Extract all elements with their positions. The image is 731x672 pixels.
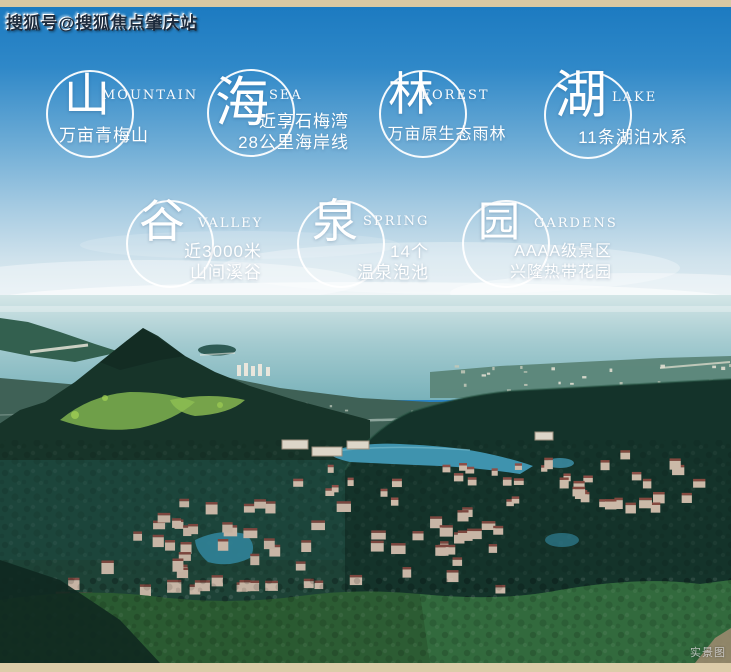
- top-border-strip: [0, 0, 731, 7]
- badge-subtitle: 近3000米山间溪谷: [142, 241, 262, 283]
- badge-en-label: MOUNTAIN: [102, 88, 198, 103]
- badge-char: 泉: [312, 198, 358, 244]
- badge-subtitle: 11条湖泊水系: [573, 128, 693, 148]
- photo-label-watermark: 实景图: [690, 644, 726, 660]
- badge-subtitle: 近享石梅湾28公里海岸线: [229, 111, 349, 153]
- badge-en-label: FOREST: [421, 88, 490, 103]
- feature-badge-lake: 湖 LAKE 11条湖泊水系: [542, 69, 731, 201]
- bottom-border-strip: [0, 663, 731, 672]
- badge-subtitle: 14个温泉泡池: [309, 241, 429, 283]
- badge-subtitle: 万亩原生态雨林: [382, 125, 512, 145]
- badge-en-label: VALLEY: [198, 216, 263, 231]
- badge-char: 园: [477, 200, 521, 244]
- badge-en-label: LAKE: [612, 90, 657, 105]
- badge-char: 谷: [139, 198, 185, 244]
- badge-char: 湖: [554, 69, 608, 123]
- badge-en-label: SPRING: [363, 214, 429, 229]
- badge-en-label: SEA: [269, 88, 303, 103]
- feature-badge-gardens: 园 GARDENS AAAA级景区兴隆热带花园: [460, 198, 670, 330]
- badge-en-label: GARDENS: [534, 216, 618, 231]
- badge-subtitle: AAAA级景区兴隆热带花园: [490, 241, 612, 283]
- sohu-watermark: 搜狐号@搜狐焦点肇庆站: [6, 9, 198, 34]
- promo-image: 搜狐号@搜狐焦点肇庆站 实景图 山 MOUNTAIN 万亩青梅山 海 SEA 近…: [0, 0, 731, 672]
- badge-subtitle: 万亩青梅山: [44, 126, 164, 146]
